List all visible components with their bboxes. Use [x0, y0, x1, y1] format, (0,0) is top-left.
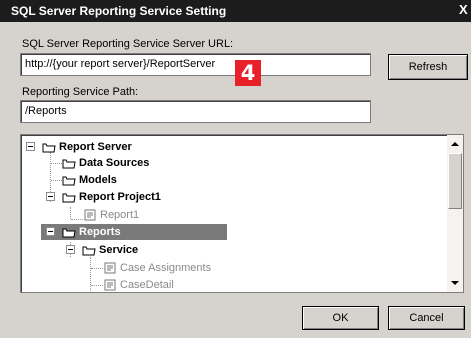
tree-node-case-assignments[interactable]: Case Assignments: [103, 260, 303, 276]
tree-node-label: Case Assignments: [120, 262, 212, 274]
collapse-toggle-icon[interactable]: [26, 142, 35, 151]
step-number-badge: 4: [235, 60, 261, 86]
scrollbar-thumb[interactable]: [448, 153, 462, 209]
cancel-button[interactable]: Cancel: [388, 306, 465, 330]
tree-connector: [91, 285, 103, 286]
ok-button-label: OK: [332, 312, 349, 324]
folder-icon: [62, 228, 76, 238]
tree-node-report1[interactable]: Report1: [83, 207, 283, 223]
tree-node-label: Models: [79, 174, 117, 186]
refresh-button[interactable]: Refresh: [388, 54, 468, 80]
server-url-label: SQL Server Reporting Service Server URL:: [22, 38, 234, 50]
service-path-label: Reporting Service Path:: [22, 86, 139, 98]
collapse-toggle-icon[interactable]: [46, 227, 55, 236]
tree-node-label: CaseDetail: [120, 279, 174, 291]
tree-node-label: Data Sources: [79, 157, 150, 169]
refresh-button-label: Refresh: [408, 61, 448, 73]
collapse-toggle-icon[interactable]: [46, 192, 55, 201]
collapse-toggle-icon[interactable]: [66, 245, 75, 254]
tree-node-casedetail[interactable]: CaseDetail: [103, 277, 303, 292]
folder-icon: [82, 246, 96, 256]
title-bar: SQL Server Reporting Service Setting X: [0, 0, 471, 22]
folder-icon: [42, 143, 56, 153]
scroll-down-arrow-icon[interactable]: [451, 281, 459, 285]
tree-scrollbar[interactable]: [447, 135, 463, 292]
tree-node-reports[interactable]: Reports: [41, 224, 227, 240]
window-title: SQL Server Reporting Service Setting: [11, 4, 227, 18]
server-url-input[interactable]: http://{your report server}/ReportServer: [20, 53, 371, 76]
tree-node-report-project1[interactable]: Report Project1: [45, 189, 265, 205]
report-icon: [104, 279, 116, 291]
tree-node-models[interactable]: Models: [61, 172, 261, 188]
tree-connector: [70, 207, 71, 219]
cancel-button-label: Cancel: [409, 312, 444, 324]
close-icon[interactable]: X: [459, 3, 468, 17]
tree-connector: [71, 219, 83, 220]
folder-icon: [62, 193, 76, 203]
report-icon: [84, 209, 96, 221]
tree-node-data-sources[interactable]: Data Sources: [61, 155, 261, 171]
folder-icon: [62, 159, 76, 169]
tree-node-label: Report Project1: [79, 191, 161, 203]
tree-node-label: Service: [99, 244, 139, 256]
tree-connector: [91, 268, 103, 269]
settings-dialog: SQL Server Reporting Service Setting X S…: [0, 0, 471, 338]
folder-icon: [62, 176, 76, 186]
tree-node-label: Report1: [100, 209, 140, 221]
tree-node-label: Report Server: [59, 141, 132, 153]
ok-button[interactable]: OK: [302, 306, 379, 330]
tree-node-service[interactable]: Service: [65, 242, 265, 258]
report-tree[interactable]: Report Server Data Sources Models Report…: [20, 134, 464, 293]
service-path-input[interactable]: /Reports: [20, 100, 371, 123]
tree-node-label: Reports: [79, 226, 121, 238]
scroll-up-arrow-icon[interactable]: [451, 142, 459, 146]
tree-node-report-server[interactable]: Report Server: [25, 139, 225, 155]
report-icon: [104, 262, 116, 274]
